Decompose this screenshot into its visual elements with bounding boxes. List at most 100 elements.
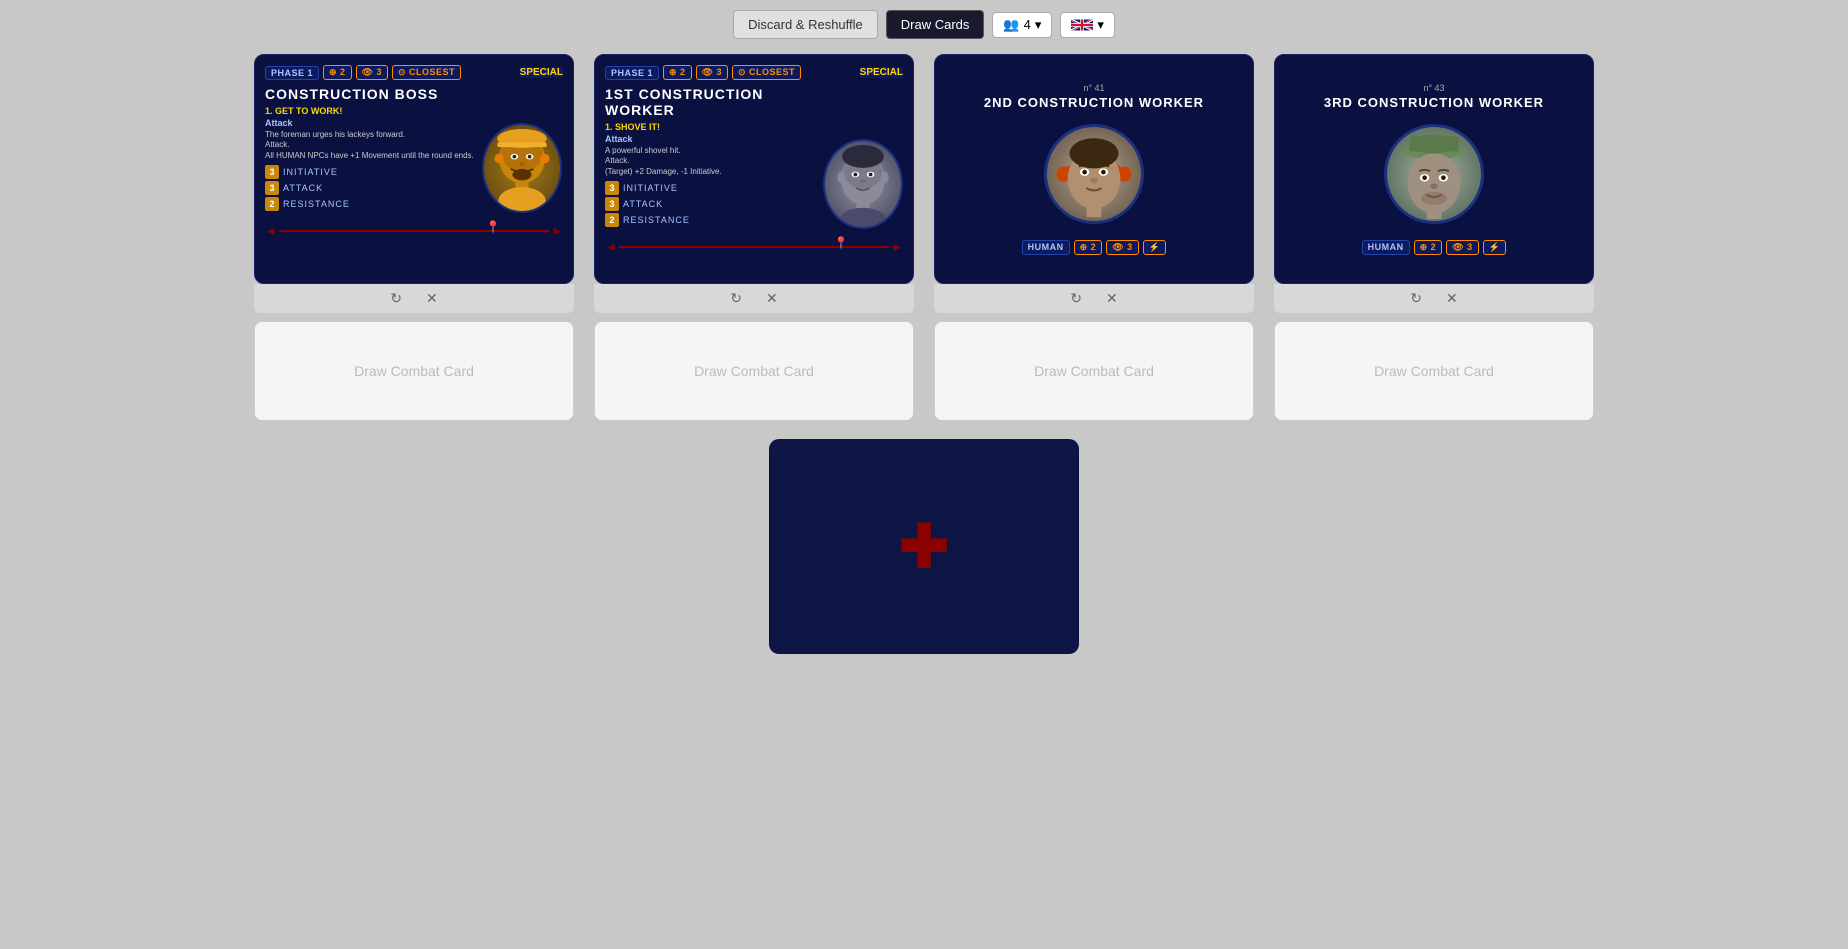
worker3-draw-card-box[interactable]: Draw Combat Card [1274,321,1594,421]
worker1-draw-card-label: Draw Combat Card [694,363,814,379]
players-chevron: ▾ [1035,17,1042,33]
worker1-face-svg [825,139,901,229]
worker1-timeline: ◄ 📍 ► [605,237,903,257]
worker1-special-label: SPECIAL [860,67,903,78]
worker1-ability-title: 1. SHOVE IT! [605,122,815,132]
add-enemy-section: ✚ [0,439,1848,654]
add-enemy-plus-icon: ✚ [899,517,949,577]
worker3-title: 3RD CONSTRUCTION WORKER [1324,95,1544,110]
worker1-ability-type: Attack [605,134,815,144]
boss-card-content: CONSTRUCTION BOSS 1. GET TO WORK! Attack… [265,86,563,213]
worker2-tag-3: 👁 3 [1106,240,1138,255]
add-enemy-button[interactable]: ✚ [769,439,1079,654]
boss-stat-attack: 3 ATTACK [265,181,474,195]
worker2-portrait [1044,124,1144,224]
draw-cards-button[interactable]: Draw Cards [886,10,985,39]
boss-reload-btn[interactable]: ↻ [384,288,408,309]
worker3-reload-btn[interactable]: ↻ [1404,288,1428,309]
enemy-col-worker1: PHASE 1 ⊕ 2 👁 3 ⊙ CLOSEST SPECIAL 1ST CO… [594,54,914,421]
language-selector[interactable]: ▾ [1060,12,1115,38]
boss-tags: PHASE 1 ⊕ 2 👁 3 ⊙ CLOSEST SPECIAL [265,65,563,80]
worker1-portrait-area [823,86,903,229]
worker3-close-btn[interactable]: ✕ [1440,288,1464,309]
boss-stat-resistance: 2 RESISTANCE [265,197,474,211]
players-count: 4 [1024,17,1031,32]
worker1-reload-btn[interactable]: ↻ [724,288,748,309]
boss-tag-3: 👁 3 [356,65,388,80]
worker3-tag-2: ⊕ 2 [1414,240,1443,255]
worker3-tag-3: 👁 3 [1446,240,1478,255]
boss-face-svg [484,123,560,213]
boss-ability-text: The foreman urges his lackeys forward.At… [265,130,474,161]
worker1-action-bar: ↻ ✕ [594,284,914,313]
worker2-face-svg [1047,124,1141,224]
players-badge[interactable]: 👥 4 ▾ [992,12,1052,38]
boss-stat-initiative: 3 INITIATIVE [265,165,474,179]
worker3-face-svg [1387,124,1481,224]
worker1-tags: PHASE 1 ⊕ 2 👁 3 ⊙ CLOSEST SPECIAL [605,65,903,80]
enemy-col-boss: PHASE 1 ⊕ 2 👁 3 ⊙ CLOSEST SPECIAL CONSTR… [254,54,574,421]
boss-tag-closest: ⊙ CLOSEST [392,65,461,80]
worker2-tag-lightning: ⚡ [1143,240,1167,255]
boss-timeline-track: 📍 [279,230,549,232]
worker1-timeline-marker: 📍 [834,236,849,250]
worker1-tag-closest: ⊙ CLOSEST [732,65,801,80]
worker2-number: n° 41 [1083,83,1104,93]
worker3-action-bar: ↻ ✕ [1274,284,1594,313]
boss-close-btn[interactable]: ✕ [420,288,444,309]
worker1-tag-phase: PHASE 1 [605,66,659,80]
worker1-card-wrapper: PHASE 1 ⊕ 2 👁 3 ⊙ CLOSEST SPECIAL 1ST CO… [594,54,914,313]
worker1-stat-attack: 3 ATTACK [605,197,815,211]
boss-ability-type: Attack [265,118,474,128]
worker1-tag-2: ⊕ 2 [663,65,692,80]
worker2-enemy-card: n° 41 2ND CONSTRUCTION WORKER [934,54,1254,284]
worker2-reload-btn[interactable]: ↻ [1064,288,1088,309]
boss-special-label: SPECIAL [520,67,563,78]
worker2-tag-human: HUMAN [1022,240,1070,255]
boss-stats: CONSTRUCTION BOSS 1. GET TO WORK! Attack… [265,86,474,213]
worker1-draw-card-box[interactable]: Draw Combat Card [594,321,914,421]
worker3-draw-card-label: Draw Combat Card [1374,363,1494,379]
worker1-stat-resistance: 2 RESISTANCE [605,213,815,227]
worker2-draw-card-box[interactable]: Draw Combat Card [934,321,1254,421]
worker3-number: n° 43 [1423,83,1444,93]
boss-draw-card-box[interactable]: Draw Combat Card [254,321,574,421]
worker1-close-btn[interactable]: ✕ [760,288,784,309]
worker3-tags: HUMAN ⊕ 2 👁 3 ⚡ [1362,240,1507,255]
worker3-enemy-card: n° 43 3RD CONSTRUCTION WORKER [1274,54,1594,284]
worker1-stat-initiative: 3 INITIATIVE [605,181,815,195]
worker2-tags: HUMAN ⊕ 2 👁 3 ⚡ [1022,240,1167,255]
worker1-portrait [823,139,903,229]
boss-ability-title: 1. GET TO WORK! [265,106,474,116]
worker2-action-bar: ↻ ✕ [934,284,1254,313]
worker2-title: 2ND CONSTRUCTION WORKER [984,95,1204,110]
boss-card-wrapper: PHASE 1 ⊕ 2 👁 3 ⊙ CLOSEST SPECIAL CONSTR… [254,54,574,313]
worker1-title: 1ST CONSTRUCTION WORKER [605,86,815,118]
uk-flag-icon [1071,18,1093,32]
boss-enemy-card: PHASE 1 ⊕ 2 👁 3 ⊙ CLOSEST SPECIAL CONSTR… [254,54,574,284]
worker2-close-btn[interactable]: ✕ [1100,288,1124,309]
boss-title: CONSTRUCTION BOSS [265,86,474,102]
worker3-portrait [1384,124,1484,224]
toolbar: Discard & Reshuffle Draw Cards 👥 4 ▾ ▾ [0,0,1848,49]
worker1-stats: 1ST CONSTRUCTION WORKER 1. SHOVE IT! Att… [605,86,815,229]
discard-reshuffle-button[interactable]: Discard & Reshuffle [733,10,878,39]
worker1-card-content: 1ST CONSTRUCTION WORKER 1. SHOVE IT! Att… [605,86,903,229]
lang-chevron: ▾ [1097,17,1104,33]
worker3-card-wrapper: n° 43 3RD CONSTRUCTION WORKER [1274,54,1594,313]
worker2-tag-2: ⊕ 2 [1074,240,1103,255]
boss-tag-2: ⊕ 2 [323,65,352,80]
worker1-enemy-card: PHASE 1 ⊕ 2 👁 3 ⊙ CLOSEST SPECIAL 1ST CO… [594,54,914,284]
boss-action-bar: ↻ ✕ [254,284,574,313]
boss-portrait [482,123,562,213]
boss-portrait-area [482,86,562,213]
boss-tag-phase: PHASE 1 [265,66,319,80]
worker2-draw-card-label: Draw Combat Card [1034,363,1154,379]
boss-timeline: ◄ 📍 ► [265,221,563,241]
enemy-col-worker3: n° 43 3RD CONSTRUCTION WORKER [1274,54,1594,421]
enemy-col-worker2: n° 41 2ND CONSTRUCTION WORKER [934,54,1254,421]
worker2-card-wrapper: n° 41 2ND CONSTRUCTION WORKER [934,54,1254,313]
worker1-tag-3: 👁 3 [696,65,728,80]
worker3-tag-human: HUMAN [1362,240,1410,255]
boss-timeline-marker: 📍 [486,220,501,234]
